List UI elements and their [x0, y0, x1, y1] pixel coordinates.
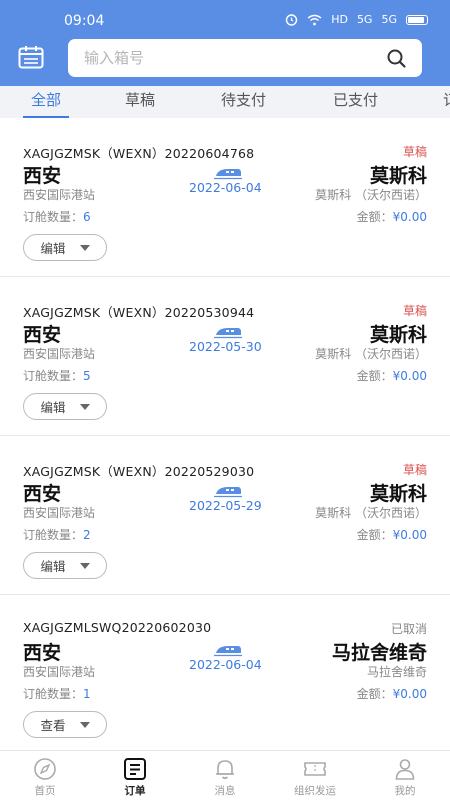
booking-quantity: 订舱数量：6	[23, 210, 91, 224]
order-list-icon	[124, 758, 146, 780]
order-code: XAGJGZMLSWQ20220602030	[23, 620, 212, 635]
tabbar-dispatch[interactable]: 组织发运	[270, 751, 360, 800]
compass-icon	[34, 758, 56, 780]
order-status: 已取消	[390, 622, 427, 636]
order-amount: 金额：¥0.00	[356, 210, 427, 224]
origin-station: 西安国际港站	[23, 665, 96, 679]
edit-button[interactable]: 编辑	[23, 393, 107, 420]
booking-quantity: 订舱数量：2	[23, 528, 91, 542]
departure-date: 2022-06-04	[189, 657, 262, 672]
battery-icon	[406, 14, 428, 25]
order-status: 草稿	[402, 145, 427, 159]
destination-city: 莫斯科	[369, 324, 427, 346]
dropdown-arrow-icon	[79, 403, 90, 410]
bell-icon	[216, 760, 234, 780]
person-icon	[395, 759, 415, 780]
order-card[interactable]: XAGJGZMSK（WEXN）20220529030 草稿 西安 西安国际港站 …	[0, 436, 450, 595]
destination-city: 马拉舍维奇	[331, 642, 427, 664]
origin-city: 西安	[23, 324, 62, 346]
search-icon[interactable]	[386, 48, 406, 68]
order-amount: 金额：¥0.00	[356, 528, 427, 542]
status-tabs: 全部 草稿 待支付 已支付 订	[0, 86, 450, 118]
train-icon	[214, 487, 242, 498]
calendar-icon[interactable]	[18, 45, 44, 69]
order-card[interactable]: XAGJGZMSK（WEXN）20220604768 草稿 西安 西安国际港站 …	[0, 118, 450, 277]
search-input[interactable]	[84, 39, 374, 77]
edit-button[interactable]: 编辑	[23, 234, 107, 261]
train-icon	[214, 328, 242, 339]
tabbar-home[interactable]: 首页	[0, 751, 90, 800]
order-code: XAGJGZMSK（WEXN）20220530944	[23, 305, 255, 320]
booking-quantity: 订舱数量：5	[23, 369, 91, 383]
bottom-tab-bar: 首页 订单 消息 组织发运 我的	[0, 750, 450, 800]
order-list: XAGJGZMSK（WEXN）20220604768 草稿 西安 西安国际港站 …	[0, 118, 450, 750]
tabbar-label: 我的	[394, 785, 416, 797]
tabbar-messages[interactable]: 消息	[180, 751, 270, 800]
destination-station: 莫斯科 （沃尔西诺）	[315, 347, 427, 361]
tab-draft[interactable]: 草稿	[125, 86, 155, 118]
train-icon	[214, 646, 242, 657]
signal-2: 5G	[381, 13, 397, 26]
order-amount: 金额：¥0.00	[356, 369, 427, 383]
destination-station: 莫斯科 （沃尔西诺）	[315, 506, 427, 520]
tab-paid[interactable]: 已支付	[333, 86, 378, 118]
departure-date: 2022-05-30	[189, 339, 262, 354]
signal-1: 5G	[356, 13, 373, 26]
destination-city: 莫斯科	[369, 165, 427, 187]
status-time: 09:04	[64, 13, 105, 29]
destination-city: 莫斯科	[369, 483, 427, 505]
tabbar-label: 订单	[124, 785, 146, 797]
tabbar-profile[interactable]: 我的	[360, 751, 450, 800]
order-card[interactable]: XAGJGZMSK（WEXN）20220530944 草稿 西安 西安国际港站 …	[0, 277, 450, 436]
tab-all[interactable]: 全部	[22, 86, 70, 118]
status-icons: HD 5G 5G	[285, 13, 428, 26]
alarm-icon	[285, 14, 298, 26]
ticket-icon	[304, 762, 326, 776]
tab-pending-payment[interactable]: 待支付	[221, 86, 266, 118]
origin-city: 西安	[23, 483, 62, 505]
app-header: 09:04 HD 5G 5G	[0, 0, 450, 86]
destination-station: 马拉舍维奇	[366, 665, 427, 679]
train-icon	[214, 169, 242, 180]
hd-label: HD	[331, 13, 348, 26]
order-status: 草稿	[402, 463, 427, 477]
origin-station: 西安国际港站	[23, 347, 96, 361]
status-bar: 09:04 HD 5G 5G	[0, 0, 450, 40]
dropdown-arrow-icon	[79, 244, 90, 251]
origin-city: 西安	[23, 165, 62, 187]
tabbar-label: 首页	[34, 785, 56, 797]
origin-station: 西安国际港站	[23, 188, 96, 202]
order-status: 草稿	[402, 304, 427, 318]
edit-button[interactable]: 编辑	[23, 552, 107, 579]
tabbar-orders[interactable]: 订单	[90, 751, 180, 800]
wifi-icon	[307, 14, 322, 25]
order-card[interactable]: XAGJGZMLSWQ20220602030 已取消 西安 西安国际港站 202…	[0, 595, 450, 750]
order-code: XAGJGZMSK（WEXN）20220529030	[23, 464, 255, 479]
tab-more[interactable]: 订	[443, 86, 450, 118]
origin-city: 西安	[23, 642, 62, 664]
departure-date: 2022-06-04	[189, 180, 262, 195]
origin-station: 西安国际港站	[23, 506, 96, 520]
destination-station: 莫斯科 （沃尔西诺）	[315, 188, 427, 202]
order-amount: 金额：¥0.00	[356, 687, 427, 701]
order-code: XAGJGZMSK（WEXN）20220604768	[23, 146, 255, 161]
tabbar-label: 消息	[214, 785, 236, 797]
departure-date: 2022-05-29	[189, 498, 262, 513]
tabbar-label: 组织发运	[294, 785, 336, 797]
booking-quantity: 订舱数量：1	[23, 687, 91, 701]
search-box	[68, 39, 422, 77]
view-button[interactable]: 查看	[23, 711, 107, 738]
dropdown-arrow-icon	[79, 721, 90, 728]
dropdown-arrow-icon	[79, 562, 90, 569]
